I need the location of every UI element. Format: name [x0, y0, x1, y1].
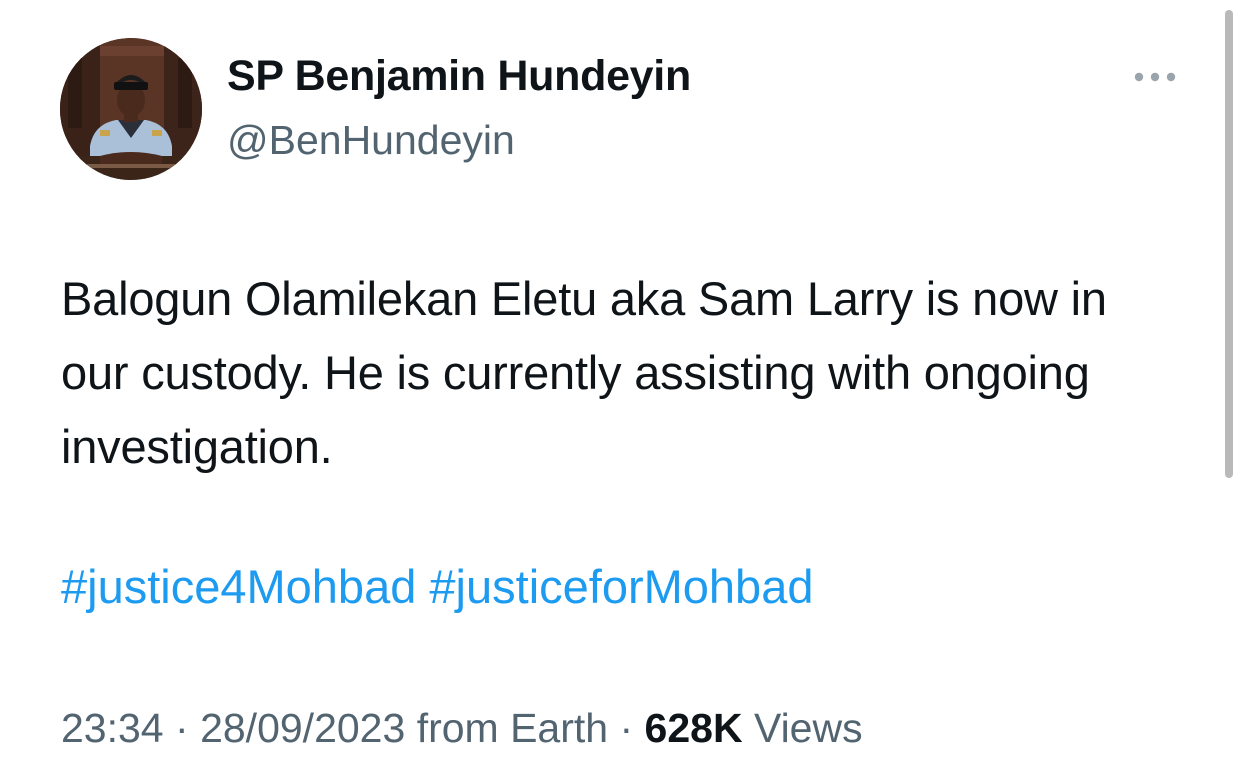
- more-horizontal-icon: [1134, 72, 1176, 82]
- author-display-name[interactable]: SP Benjamin Hundeyin: [227, 52, 691, 101]
- tweet-meta: 23:34 · 28/09/2023 from Earth · 628K Vie…: [61, 700, 863, 756]
- meta-separator: ·: [175, 705, 189, 751]
- tweet-source: from Earth: [416, 705, 609, 751]
- views-count[interactable]: 628K: [645, 705, 743, 751]
- more-options-button[interactable]: [1130, 62, 1180, 92]
- meta-separator: ·: [619, 705, 634, 751]
- hashtag-link[interactable]: #justice4Mohbad: [61, 560, 416, 613]
- avatar-photo: [60, 38, 202, 180]
- tweet-date[interactable]: 28/09/2023: [200, 705, 405, 751]
- tweet-hashtags: #justice4Mohbad #justiceforMohbad: [61, 550, 813, 624]
- views-label: Views: [753, 705, 863, 751]
- tweet-time[interactable]: 23:34: [61, 705, 164, 751]
- tweet-text: Balogun Olamilekan Eletu aka Sam Larry i…: [61, 272, 1107, 473]
- scrollbar[interactable]: [1225, 10, 1233, 478]
- author-handle[interactable]: @BenHundeyin: [227, 117, 515, 164]
- hashtag-link[interactable]: #justiceforMohbad: [429, 560, 813, 613]
- avatar[interactable]: [60, 38, 202, 180]
